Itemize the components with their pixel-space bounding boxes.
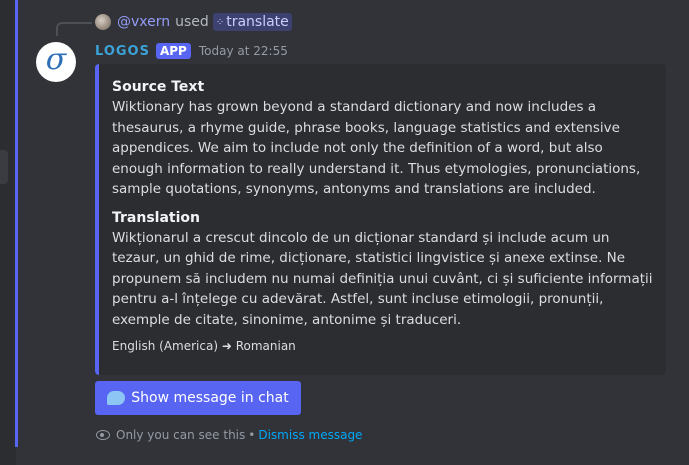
ephemeral-highlight-bar — [15, 0, 18, 447]
message-header: LOGOS APP Today at 22:55 — [95, 41, 288, 61]
show-message-label: Show message in chat — [131, 390, 289, 406]
command-reply-context: @vxern used ⁘ translate — [95, 13, 292, 31]
app-badge: APP — [155, 43, 191, 59]
user-avatar[interactable] — [95, 14, 111, 30]
reply-username[interactable]: @vxern — [117, 14, 170, 30]
dismiss-message-link[interactable]: Dismiss message — [258, 428, 362, 442]
bot-avatar[interactable]: σ — [36, 42, 76, 82]
reply-connector — [56, 22, 92, 36]
logos-logo-icon: σ — [45, 42, 67, 77]
left-rail — [0, 0, 16, 465]
message-timestamp: Today at 22:55 — [198, 44, 288, 58]
chat-message-view: @vxern used ⁘ translate σ LOGOS APP Toda… — [0, 0, 689, 465]
translation-embed: Source Text Wiktionary has grown beyond … — [95, 64, 666, 375]
translation-body: Wikționarul a crescut dincolo de un dicț… — [112, 229, 653, 328]
command-name: translate — [226, 14, 289, 30]
reply-used-text: used — [175, 14, 209, 30]
separator-dot: • — [248, 428, 256, 442]
eye-icon — [96, 430, 110, 440]
embed-footer-languages: English (America) ➜ Romanian — [112, 339, 296, 353]
command-pill[interactable]: ⁘ translate — [212, 13, 292, 31]
speech-bubble-icon — [107, 391, 126, 405]
scroll-handle[interactable] — [0, 150, 8, 184]
source-text-body: Wiktionary has grown beyond a standard d… — [112, 99, 641, 197]
show-message-in-chat-button[interactable]: Show message in chat — [95, 381, 301, 415]
translation-title: Translation — [112, 209, 200, 226]
source-text-title: Source Text — [112, 79, 205, 95]
ephemeral-notice: Only you can see this • Dismiss message — [96, 426, 362, 444]
bot-name[interactable]: LOGOS — [95, 44, 150, 59]
ephemeral-text: Only you can see this — [116, 428, 246, 442]
slash-command-icon: ⁘ — [215, 16, 224, 28]
